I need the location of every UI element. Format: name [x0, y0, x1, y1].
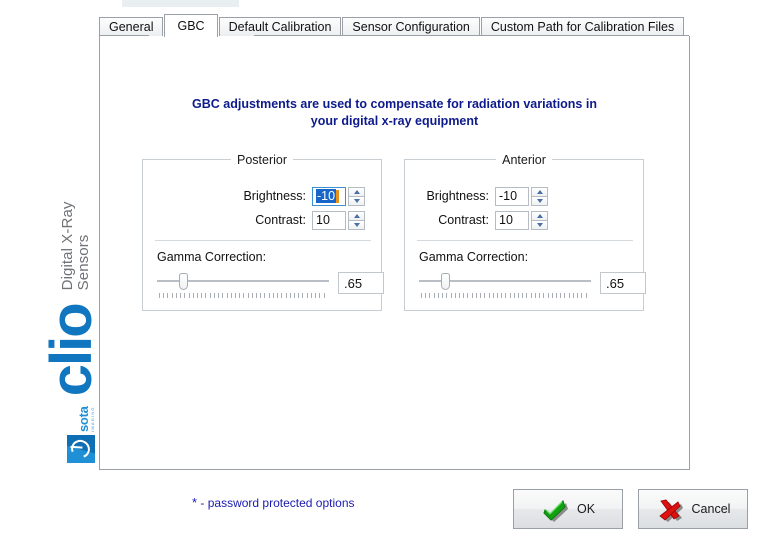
green-check-icon	[541, 497, 568, 522]
arrow-up-icon	[536, 213, 543, 218]
asterisk-icon: *	[192, 495, 198, 510]
posterior-brightness-spinner[interactable]: -10	[312, 186, 365, 206]
anterior-group: Anterior Brightness: -10 Contrast: 10 Ga…	[404, 153, 646, 311]
anterior-brightness-label: Brightness:	[426, 189, 489, 203]
tagline-line-1: Digital X-Ray	[58, 201, 76, 291]
tab-gbc[interactable]: GBC	[164, 14, 218, 37]
anterior-contrast-label: Contrast:	[438, 213, 489, 227]
posterior-gamma-value-field[interactable]: .65	[338, 272, 384, 294]
anterior-gamma-value-field[interactable]: .65	[600, 272, 646, 294]
page-heading-line-1: GBC adjustments are used to compensate f…	[192, 97, 597, 111]
posterior-contrast-increment-button[interactable]	[348, 210, 365, 221]
posterior-brightness-input[interactable]: -10	[312, 186, 346, 206]
posterior-contrast-label: Contrast:	[255, 213, 306, 227]
branding-rotated-group: sota IMAGING clio Digital X-Ray Sensors	[11, 43, 105, 463]
anterior-brightness-spin-buttons[interactable]	[531, 186, 548, 206]
posterior-contrast-spinner[interactable]: 10	[312, 210, 365, 230]
posterior-gamma-value: .65	[344, 275, 363, 291]
posterior-brightness-spin-buttons[interactable]	[348, 186, 365, 206]
sota-company-name: sota	[76, 406, 91, 432]
anterior-brightness-input[interactable]: -10	[495, 186, 529, 206]
posterior-gamma-slider-ticks	[159, 293, 325, 298]
anterior-divider	[417, 240, 633, 241]
posterior-brightness-value: -10	[316, 189, 337, 203]
tab-default-calibration[interactable]: Default Calibration	[218, 17, 342, 36]
tab-custom-path-for-calibration-files[interactable]: Custom Path for Calibration Files	[480, 17, 685, 36]
posterior-divider	[155, 240, 371, 241]
arrow-up-icon	[353, 189, 360, 194]
tab-general[interactable]: General	[99, 17, 164, 36]
posterior-contrast-input[interactable]: 10	[312, 210, 346, 230]
anterior-brightness-increment-button[interactable]	[531, 186, 548, 197]
posterior-group-title: Posterior	[143, 153, 381, 167]
anterior-contrast-spinner[interactable]: 10	[495, 210, 548, 230]
anterior-contrast-input[interactable]: 10	[495, 210, 529, 230]
posterior-contrast-decrement-button[interactable]	[348, 220, 365, 230]
posterior-brightness-label: Brightness:	[243, 189, 306, 203]
posterior-contrast-row: Contrast: 10	[159, 210, 365, 230]
anterior-brightness-value: -10	[499, 189, 518, 203]
tagline-line-2: Sensors	[74, 234, 92, 291]
arrow-up-icon	[536, 189, 543, 194]
posterior-group: Posterior Brightness: -10 Contrast: 10 G…	[142, 153, 384, 311]
tab-sensor-configuration[interactable]: Sensor Configuration	[342, 17, 480, 36]
tab-strip: General GBC Default Calibration Sensor C…	[99, 14, 685, 37]
clio-wordmark: clio	[39, 304, 105, 397]
brand-tagline: Digital X-Ray Sensors	[58, 201, 92, 291]
arrow-down-icon	[353, 198, 360, 203]
branding-panel: sota IMAGING clio Digital X-Ray Sensors	[0, 0, 105, 537]
anterior-gamma-label: Gamma Correction:	[419, 250, 529, 264]
sota-logo-mark-icon	[67, 435, 95, 463]
posterior-gamma-slider-thumb[interactable]	[179, 273, 188, 290]
posterior-contrast-value: 10	[316, 213, 330, 227]
posterior-gamma-label: Gamma Correction:	[157, 250, 267, 264]
window-titlebar-strip	[122, 0, 239, 7]
anterior-contrast-spin-buttons[interactable]	[531, 210, 548, 230]
anterior-contrast-decrement-button[interactable]	[531, 220, 548, 230]
gbc-tab-panel: GBC adjustments are used to compensate f…	[99, 35, 690, 470]
anterior-contrast-row: Contrast: 10	[419, 210, 548, 230]
arrow-down-icon	[536, 222, 543, 227]
anterior-gamma-value: .65	[606, 275, 625, 291]
arrow-down-icon	[536, 198, 543, 203]
sota-wordmark: sota IMAGING	[76, 406, 95, 432]
posterior-contrast-spin-buttons[interactable]	[348, 210, 365, 230]
anterior-brightness-row: Brightness: -10	[419, 186, 548, 206]
posterior-gamma-slider[interactable]	[157, 271, 329, 299]
posterior-brightness-decrement-button[interactable]	[348, 196, 365, 206]
posterior-brightness-increment-button[interactable]	[348, 186, 365, 197]
cancel-button[interactable]: Cancel	[638, 489, 748, 529]
sota-logo: sota IMAGING	[67, 406, 95, 463]
ok-button-label: OK	[576, 502, 596, 516]
page-heading: GBC adjustments are used to compensate f…	[100, 96, 689, 130]
anterior-gamma-slider-ticks	[421, 293, 587, 298]
anterior-gamma-slider-thumb[interactable]	[441, 273, 450, 290]
red-x-icon	[656, 497, 683, 522]
cancel-button-label: Cancel	[691, 502, 731, 516]
password-protected-note: * - password protected options	[192, 495, 355, 510]
ok-button[interactable]: OK	[513, 489, 623, 529]
anterior-contrast-increment-button[interactable]	[531, 210, 548, 221]
arrow-down-icon	[353, 222, 360, 227]
text-caret	[336, 189, 340, 203]
sota-company-sub: IMAGING	[90, 406, 95, 432]
anterior-brightness-decrement-button[interactable]	[531, 196, 548, 206]
anterior-contrast-value: 10	[499, 213, 513, 227]
anterior-group-title: Anterior	[405, 153, 643, 167]
password-note-text: - password protected options	[200, 496, 355, 510]
anterior-brightness-spinner[interactable]: -10	[495, 186, 548, 206]
arrow-up-icon	[353, 213, 360, 218]
posterior-brightness-row: Brightness: -10	[159, 186, 365, 206]
page-heading-line-2: your digital x-ray equipment	[310, 113, 479, 128]
anterior-gamma-slider[interactable]	[419, 271, 591, 299]
